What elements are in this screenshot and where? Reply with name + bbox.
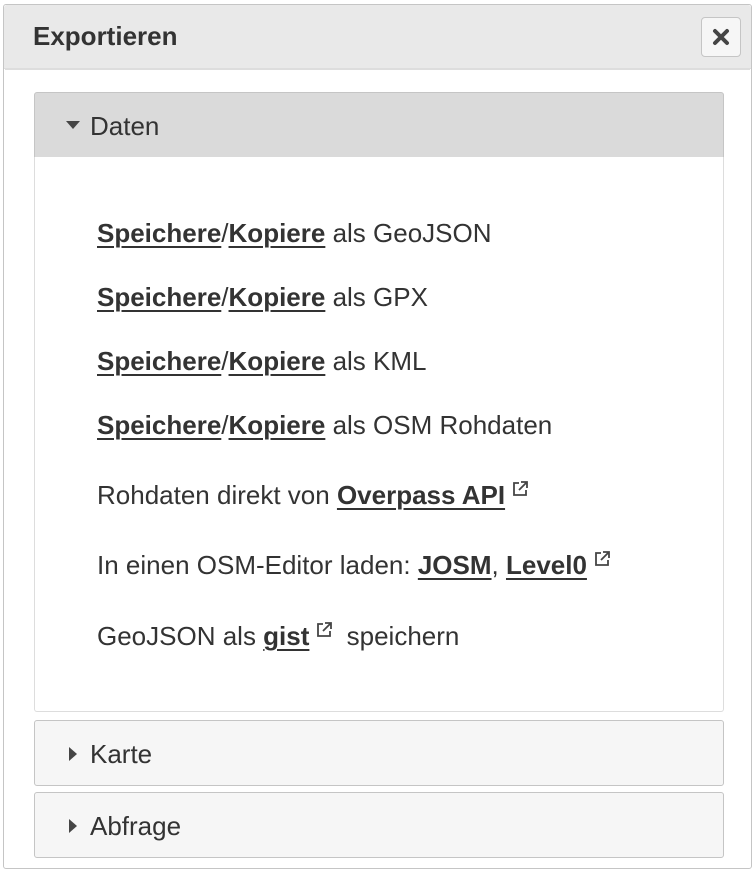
export-row-osm: Speichere/Kopiere als OSM Rohdaten bbox=[97, 410, 552, 441]
accordion-header-data[interactable]: Daten bbox=[34, 92, 724, 158]
copy-osm-link[interactable]: Kopiere bbox=[229, 410, 326, 440]
triangle-right-icon bbox=[69, 747, 77, 761]
level0-link[interactable]: Level0 bbox=[506, 550, 587, 580]
close-button[interactable] bbox=[701, 17, 741, 57]
external-link-icon bbox=[513, 481, 528, 496]
separator: / bbox=[221, 218, 229, 248]
save-kml-link[interactable]: Speichere bbox=[97, 346, 221, 376]
separator: / bbox=[221, 282, 229, 312]
export-row-raw: Rohdaten direkt von Overpass API bbox=[97, 480, 529, 511]
close-icon bbox=[713, 29, 729, 45]
josm-link[interactable]: JOSM bbox=[418, 550, 492, 580]
separator: / bbox=[221, 346, 229, 376]
dialog-title: Exportieren bbox=[33, 21, 178, 51]
save-geojson-link[interactable]: Speichere bbox=[97, 218, 221, 248]
triangle-right-icon bbox=[69, 819, 77, 833]
row-text: GeoJSON als bbox=[97, 621, 264, 651]
external-link-icon bbox=[595, 551, 610, 566]
accordion-panel-data: Speichere/Kopiere als GeoJSON Speichere/… bbox=[34, 157, 724, 712]
export-row-gpx: Speichere/Kopiere als GPX bbox=[97, 282, 428, 313]
export-row-editor: In einen OSM-Editor laden: JOSM, Level0 bbox=[97, 550, 611, 581]
dialog-content: Daten Speichere/Kopiere als GeoJSON Spei… bbox=[5, 69, 750, 867]
copy-gpx-link[interactable]: Kopiere bbox=[229, 282, 326, 312]
save-gpx-link[interactable]: Speichere bbox=[97, 282, 221, 312]
copy-kml-link[interactable]: Kopiere bbox=[229, 346, 326, 376]
export-dialog: Exportieren Daten Speichere/Kopiere als … bbox=[3, 4, 752, 869]
row-text: als GPX bbox=[325, 282, 428, 312]
row-text: speichern bbox=[339, 621, 460, 651]
row-text: Rohdaten direkt von bbox=[97, 480, 337, 510]
dialog-titlebar: Exportieren bbox=[4, 5, 751, 69]
external-link-icon bbox=[317, 622, 333, 637]
gist-link[interactable]: gist bbox=[263, 621, 309, 651]
accordion-label-query: Abfrage bbox=[90, 811, 182, 841]
save-osm-link[interactable]: Speichere bbox=[97, 410, 221, 440]
row-text: als KML bbox=[325, 346, 427, 376]
accordion-header-query[interactable]: Abfrage bbox=[34, 792, 724, 858]
copy-geojson-link[interactable]: Kopiere bbox=[229, 218, 326, 248]
accordion-header-map[interactable]: Karte bbox=[34, 720, 724, 786]
row-text: In einen OSM-Editor laden: bbox=[97, 550, 418, 580]
overpass-api-link[interactable]: Overpass API bbox=[337, 480, 505, 510]
separator: / bbox=[221, 410, 229, 440]
export-row-gist: GeoJSON als gist speichern bbox=[97, 621, 459, 652]
accordion-label-map: Karte bbox=[90, 739, 153, 769]
accordion-label-data: Daten bbox=[90, 111, 160, 141]
row-text: als OSM Rohdaten bbox=[325, 410, 553, 440]
row-text: als GeoJSON bbox=[325, 218, 492, 248]
separator: , bbox=[491, 550, 506, 580]
triangle-down-icon bbox=[66, 121, 80, 129]
export-row-kml: Speichere/Kopiere als KML bbox=[97, 346, 427, 377]
export-row-geojson: Speichere/Kopiere als GeoJSON bbox=[97, 218, 492, 249]
